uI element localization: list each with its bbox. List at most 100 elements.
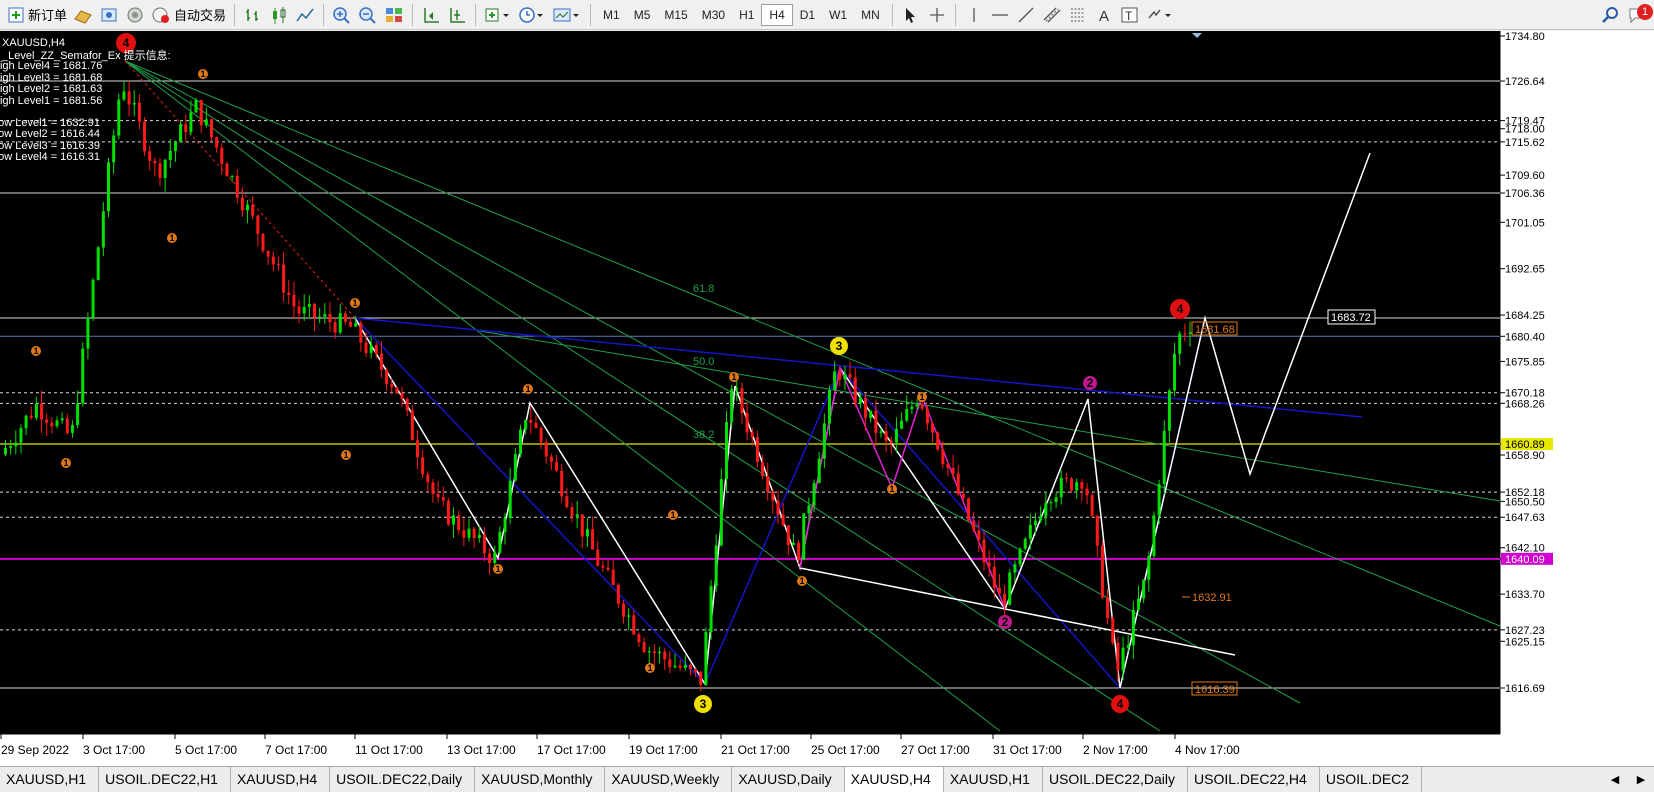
trendline-button[interactable] [1013,3,1039,27]
chart-shift-button[interactable] [418,3,444,27]
tab-scroll-left-icon[interactable]: ◀ [1611,773,1619,786]
price-chart[interactable]: 111111111111112233444 XAUUSD,H4 _Level_Z… [0,31,1654,766]
bull-candle [163,159,167,178]
bear-candle [606,567,610,570]
fibonacci-button[interactable] [1065,3,1091,27]
auto-trade-button[interactable]: 自动交易 [148,3,229,27]
chart-tab[interactable]: XAUUSD,Daily [732,767,845,792]
arrows-button[interactable] [1143,3,1177,27]
chart-tab[interactable]: XAUUSD,H4 [231,767,331,792]
chart-tab[interactable]: XAUUSD,H1 [0,767,100,792]
bull-candle [96,247,100,280]
zoom-out-button[interactable] [355,3,381,27]
bear-candle [982,539,986,563]
bear-candle [199,100,203,126]
zoom-in-button[interactable] [329,3,355,27]
autoscroll-button[interactable] [444,3,470,27]
search-button[interactable] [1598,3,1624,27]
bear-candle [1085,488,1089,496]
bear-candle [555,461,559,471]
text-button[interactable]: A [1091,3,1117,27]
bear-candle [580,514,584,537]
chart-tab[interactable]: USOIL.DEC22,Daily [330,767,476,792]
svg-text:A: A [1099,8,1109,24]
timeframe-m15[interactable]: M15 [657,4,694,26]
chart-tab[interactable]: XAUUSD,H1 [944,767,1043,792]
bull-candle [9,446,13,448]
time-label: 29 Sep 2022 [1,743,69,757]
tab-scroll-right-icon[interactable]: ▶ [1637,773,1645,786]
cursor-button[interactable] [898,3,924,27]
bear-candle [256,215,260,235]
timeframe-h4[interactable]: H4 [761,3,793,26]
bear-candle [565,496,569,508]
bull-candle [19,428,23,443]
bear-candle [390,383,394,388]
chart-tab[interactable]: USOIL.DEC22,H1 [99,767,231,792]
chart-tab[interactable]: USOIL.DEC22,H4 [1188,767,1320,792]
vertical-line-button[interactable] [961,3,987,27]
toolbar-separator [590,3,592,26]
new-order-button[interactable]: 新订单 [4,3,70,27]
autoscroll-icon [447,6,467,24]
timeframe-m5[interactable]: M5 [627,4,658,26]
bull-candle [900,420,904,429]
bull-candle [477,534,481,539]
svg-text:T: T [1125,9,1133,23]
bull-candle [70,425,74,433]
bull-candle [354,322,358,327]
bear-candle [936,432,940,450]
timeframe-w1[interactable]: W1 [822,4,854,26]
crosshair-button[interactable] [924,3,950,27]
bear-candle [395,387,399,394]
bear-candle [838,371,842,380]
timeframe-mn[interactable]: MN [854,4,887,26]
indicators-button[interactable] [481,3,515,27]
bar-chart-button[interactable] [240,3,266,27]
periods-button[interactable] [515,3,549,27]
line-chart-button[interactable] [292,3,318,27]
bull-candle [1018,548,1022,565]
bull-candle [585,529,589,537]
timeframe-m1[interactable]: M1 [596,4,627,26]
bear-candle [271,256,275,265]
templates-button[interactable] [549,3,585,27]
chart-tab[interactable]: XAUUSD,Monthly [475,767,606,792]
chart-tab[interactable]: USOIL.DEC22,Daily [1043,767,1188,792]
bull-candle [1054,497,1058,503]
tile-windows-button[interactable] [381,3,407,27]
bear-candle [1116,642,1120,671]
info-line: Low Level4 = 1616.31 [0,151,100,163]
timeframe-m30[interactable]: M30 [695,4,732,26]
bear-candle [946,464,950,468]
alerts-button[interactable]: 1 [1624,3,1654,27]
auto-trade-icon [151,6,171,24]
crosshair-icon [927,6,947,24]
info-line: High Level4 = 1681.76 [0,60,102,72]
candle-chart-button[interactable] [266,3,292,27]
semafor-small-marker-label: 1 [919,392,924,402]
chart-tab[interactable]: XAUUSD,Weekly [605,767,733,792]
chart-tab[interactable]: USOIL.DEC2 [1320,767,1423,792]
time-label: 31 Oct 17:00 [993,743,1062,757]
semafor-small-marker-label: 1 [731,372,736,382]
bear-candle [297,306,301,314]
horizontal-line-button[interactable] [987,3,1013,27]
bull-candle [173,142,177,152]
timeframe-d1[interactable]: D1 [793,4,822,26]
bull-candle [194,100,198,113]
bull-candle [452,515,456,525]
bear-candle [1106,597,1110,619]
market-watch-button[interactable] [70,3,96,27]
timeframe-h1[interactable]: H1 [732,4,761,26]
data-window-button[interactable] [96,3,122,27]
equidistant-channel-button[interactable] [1039,3,1065,27]
text-label-button[interactable]: T [1117,3,1143,27]
chart-tab[interactable]: XAUUSD,H4 [844,767,944,792]
chart-background [0,31,1500,734]
alert-count-badge: 1 [1637,3,1653,20]
bear-candle [374,344,378,354]
bear-candle [1003,593,1007,605]
navigator-button[interactable] [122,3,148,27]
bull-candle [107,162,110,212]
